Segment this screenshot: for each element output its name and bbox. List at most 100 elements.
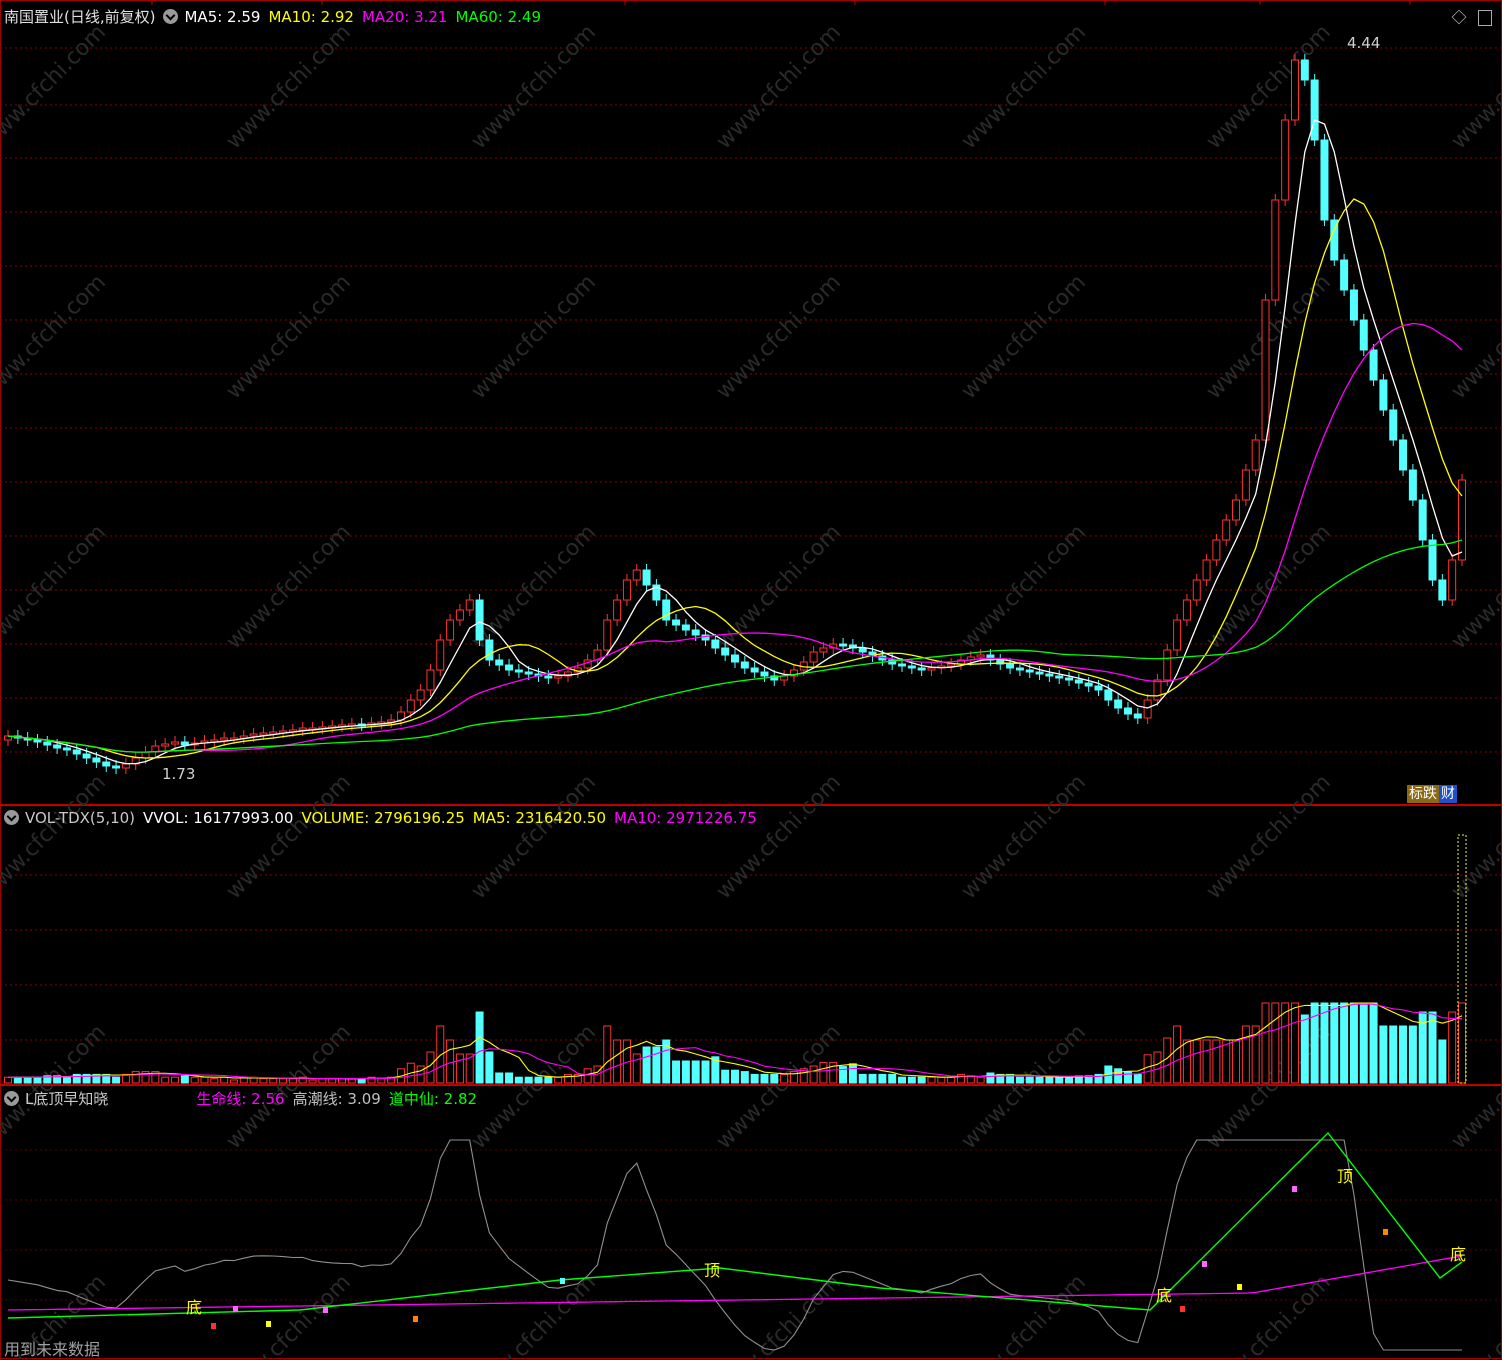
bottom-signal-2: 底 [1156,1286,1173,1305]
candle-body [632,569,641,581]
volume-bar [937,1076,946,1084]
candle-body [1310,79,1319,141]
volume-bar [731,1069,739,1084]
oscillator-line [7,1139,1462,1351]
dropdown-icon[interactable] [163,9,179,24]
stock-title[interactable]: 南国置业(日线,前复权) [4,8,155,26]
dropdown-icon[interactable] [4,1091,19,1106]
indicator-name[interactable]: L底顶早知晓 [25,1090,108,1108]
candle-body [711,639,720,649]
candle-body [976,654,985,658]
candle-body [642,569,651,586]
volume-bar [1153,1051,1162,1084]
dzx-label: 道中仙: 2.82 [388,1090,478,1108]
volume-bar [1300,1014,1309,1084]
candle-body [1349,289,1358,321]
signal-marker [1202,1261,1207,1267]
volume-bar [171,1076,180,1084]
candle-body [1045,673,1054,677]
candle-body [1340,259,1349,291]
candle-body [760,671,769,677]
volume-bar [1330,1002,1339,1084]
watermark-text: www.cfchi.com [712,270,846,404]
signal-marker [266,1321,271,1327]
volume-bar [514,1076,523,1084]
candle-body [416,689,425,701]
watermark-text: www.cfchi.com [222,770,356,904]
volume-bar [328,1078,337,1084]
candle-body [691,629,700,636]
volume-bar [917,1076,926,1084]
candle-body [1114,699,1123,709]
volume-bar [780,1073,789,1084]
candle-body [1123,707,1132,715]
candle-body [1408,469,1417,501]
candle-body [681,624,690,631]
window-icon[interactable] [1478,10,1492,26]
volume-bar [485,1051,494,1084]
volume-bar [505,1072,514,1084]
volume-bar [1182,1039,1191,1084]
volume-bar [1222,1039,1231,1084]
volume-bar [1015,1076,1024,1084]
limit-badge[interactable]: 标跌 [1407,785,1439,803]
watermark-text: www.cfchi.com [467,520,601,654]
candle-body [72,749,81,755]
watermark-text: www.cfchi.com [222,520,356,654]
volume-bar [4,1076,12,1084]
volume-bar [770,1073,779,1084]
vol-ma5-label: MA5: 2316420.50 [472,809,607,827]
candle-body [1271,199,1280,301]
lifeline-label: 生命线: 2.56 [196,1090,285,1108]
candle-body [1300,59,1309,81]
volume-bar [632,1053,641,1084]
candle-body [102,761,111,767]
watermark-text: www.cfchi.com [957,520,1091,654]
main-panel-header: 南国置业(日线,前复权) MA5: 2.59 MA10: 2.92 MA20: 3.2… [4,6,549,28]
candle-body [927,667,936,671]
watermark-text: www.cfchi.com [467,270,601,404]
volume-bar [907,1076,916,1084]
signal-marker [1292,1186,1297,1192]
watermark-text: www.cfchi.com [0,270,111,404]
volume-bar [1320,1002,1329,1084]
volume-bar [1399,1025,1408,1084]
volume-bar [898,1076,907,1084]
finance-badge[interactable]: 财 [1439,785,1457,803]
candle-body [1290,59,1299,121]
lifeline [7,1255,1463,1311]
volume-bar [180,1075,189,1084]
candle-body [171,741,180,745]
watermark-text: www.cfchi.com [957,770,1091,904]
volume-bar [740,1071,749,1084]
volume-bar [554,1076,563,1084]
candle-body [1261,299,1270,441]
volume-bar [13,1076,22,1084]
chart-window[interactable]: www.cfchi.com www.cfchi.com www.cfchi.com w… [0,0,1502,1359]
dropdown-icon[interactable] [4,810,19,825]
watermark-text: www.cfchi.com [222,270,356,404]
candle-body [1281,119,1290,201]
ma5-label: MA5: 2.59 [184,8,261,26]
candle-body [33,739,42,743]
candle-body [1153,679,1162,701]
signal-marker [323,1307,328,1313]
volume-bar [220,1076,229,1084]
candle-body [731,654,739,663]
candle-body [1379,379,1388,411]
volume-bar [1055,1076,1064,1084]
volume-bar [338,1078,347,1084]
volume-bar [1123,1071,1132,1084]
volume-bar [200,1076,209,1084]
candle-body [839,643,848,647]
candle-body [819,647,828,653]
candle-body [544,675,553,679]
volume-bar [819,1061,828,1084]
volume-bar [308,1079,317,1084]
watermark-text: www.cfchi.com [222,1270,356,1359]
candle-body [1438,579,1447,601]
candle-body [1241,469,1250,501]
volume-bar [613,1039,622,1084]
vol-indicator-name[interactable]: VOL-TDX(5,10) [25,809,135,827]
chart-canvas[interactable]: www.cfchi.com www.cfchi.com www.cfchi.com w… [0,0,1502,1359]
